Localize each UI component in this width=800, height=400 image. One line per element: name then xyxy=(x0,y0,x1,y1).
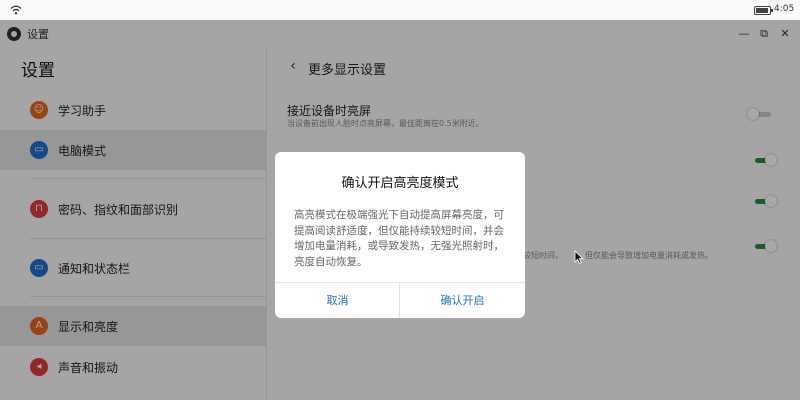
status-bar: 4:05 xyxy=(0,0,800,20)
dialog-message: 高亮模式在极端强光下自动提高屏幕亮度，可提高阅读舒适度，但仅能持续较短时间，并会… xyxy=(294,209,504,268)
dialog-title: 确认开启高亮度模式 xyxy=(341,176,459,191)
cancel-button[interactable]: 取消 xyxy=(275,283,400,318)
battery-icon xyxy=(754,6,773,15)
status-time: 4:05 xyxy=(774,4,795,14)
confirm-high-brightness-dialog: 确认开启高亮度模式 高亮模式在极端强光下自动提高屏幕亮度，可提高阅读舒适度，但仅… xyxy=(275,152,525,318)
wifi-icon xyxy=(10,5,22,15)
mouse-cursor-icon xyxy=(574,250,584,264)
dialog-actions: 取消 确认开启 xyxy=(275,282,525,318)
confirm-enable-button[interactable]: 确认开启 xyxy=(400,283,525,318)
